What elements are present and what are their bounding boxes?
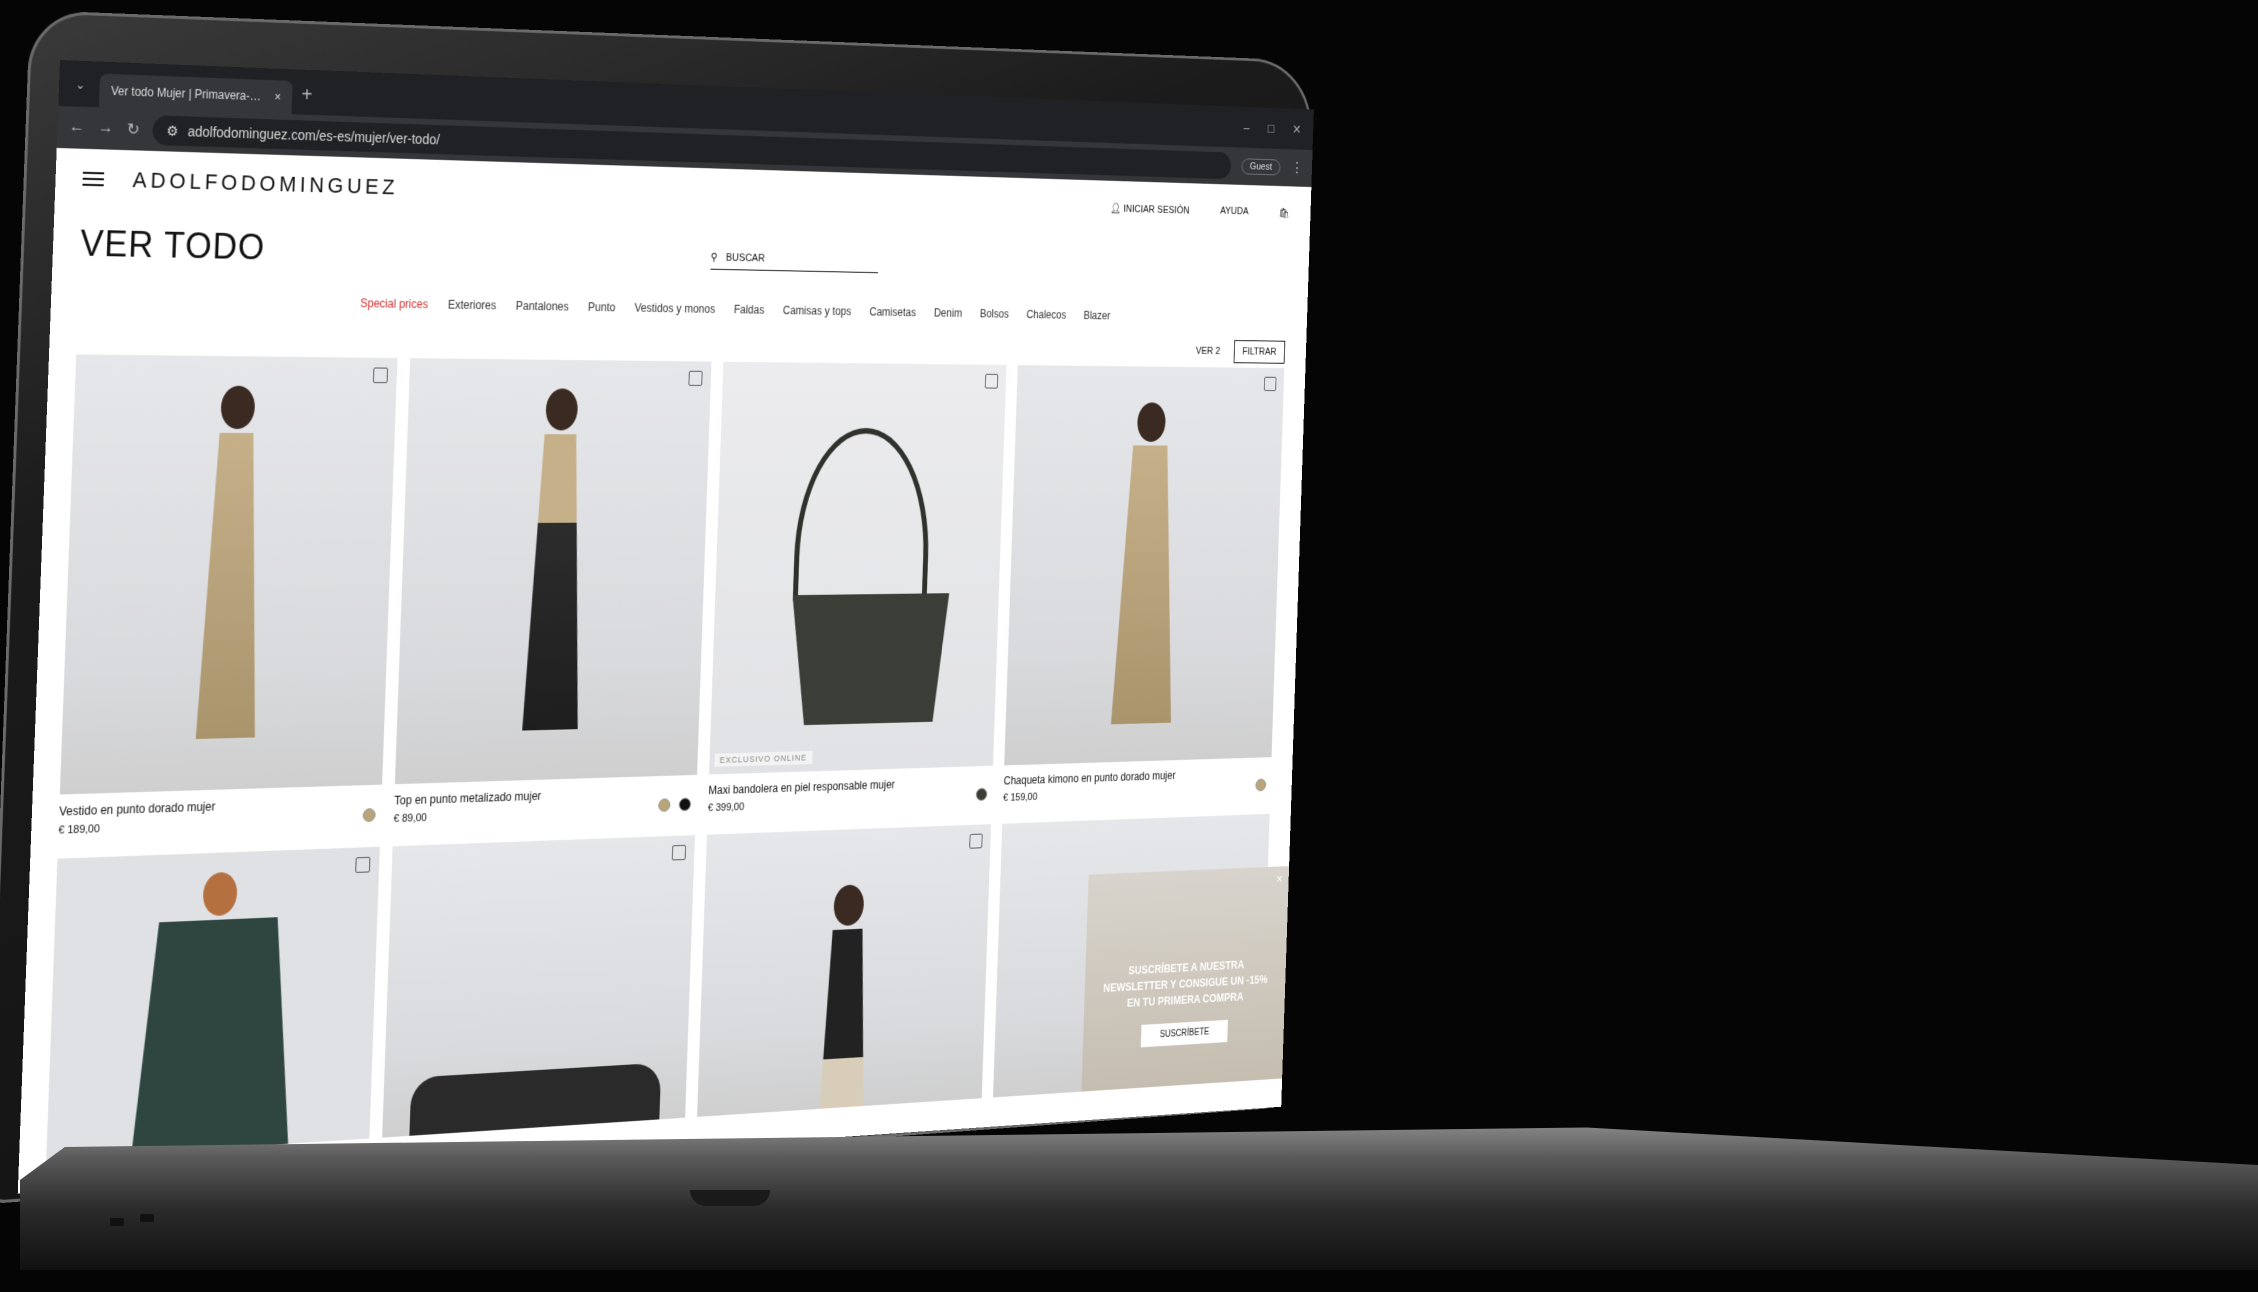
help-link[interactable]: AYUDA <box>1220 206 1249 217</box>
product-image[interactable] <box>59 354 398 795</box>
forward-icon[interactable]: → <box>98 119 114 137</box>
back-icon[interactable]: ← <box>69 118 85 136</box>
product-price: € 159,00 <box>1002 791 1038 804</box>
product-card[interactable]: Chaqueta kimono en punto dorado mujer € … <box>1002 365 1285 804</box>
product-price: € 399,00 <box>707 801 745 814</box>
product-image[interactable]: EXCLUSIVO ONLINE <box>709 361 1007 775</box>
product-card[interactable]: Vestido en punto dorado mujer € 189,00 <box>58 354 398 837</box>
category-exteriores[interactable]: Exteriores <box>448 298 497 312</box>
product-grid: Vestido en punto dorado mujer € 189,00 T… <box>58 354 1285 837</box>
tab-title: Ver todo Mujer | Primavera-Vera <box>110 83 268 104</box>
newsletter-popup: × SUSCRÍBETE A NUESTRA NEWSLETTER Y CONS… <box>1081 866 1290 1092</box>
login-label: INICIAR SESIÓN <box>1123 203 1190 216</box>
category-punto[interactable]: Punto <box>588 300 616 314</box>
tab-search-icon[interactable]: ⌄ <box>70 74 90 95</box>
guest-profile-button[interactable]: Guest <box>1241 158 1281 176</box>
color-swatch[interactable] <box>1255 778 1267 792</box>
product-card[interactable]: Top en punto metalizado mujer € 89,00 <box>393 358 712 825</box>
color-swatches <box>658 797 692 812</box>
wishlist-icon[interactable] <box>688 370 703 386</box>
laptop-notch <box>690 1190 770 1206</box>
tab-close-icon[interactable]: × <box>274 90 281 104</box>
wishlist-icon[interactable] <box>969 833 983 849</box>
site: ADOLFODOMINGUEZ 👤︎ INICIAR SESIÓN AYUDA … <box>19 148 1311 1162</box>
menu-icon[interactable] <box>82 171 105 187</box>
color-swatch[interactable] <box>975 787 988 801</box>
usb-port <box>140 1214 154 1222</box>
category-bolsos[interactable]: Bolsos <box>980 307 1009 320</box>
search-placeholder: BUSCAR <box>725 251 766 264</box>
color-swatch[interactable] <box>678 797 692 812</box>
color-swatches <box>362 808 376 823</box>
new-tab-icon[interactable]: + <box>301 84 313 107</box>
product-card[interactable] <box>46 846 380 1160</box>
color-swatch[interactable] <box>658 798 671 812</box>
close-icon[interactable]: × <box>1276 872 1283 886</box>
category-pantalones[interactable]: Pantalones <box>516 299 569 313</box>
minimize-icon[interactable]: – <box>1243 120 1249 135</box>
model-figure <box>510 388 601 731</box>
search-icon: ⚲ <box>710 251 718 264</box>
model-figure <box>1098 402 1194 725</box>
view-toggle[interactable]: VER 2 <box>1196 346 1221 357</box>
color-swatches <box>1255 778 1267 792</box>
model-figure <box>183 385 280 739</box>
user-icon: 👤︎ <box>1109 202 1124 214</box>
category-special-prices[interactable]: Special prices <box>360 296 428 311</box>
product-price: € 189,00 <box>58 823 101 837</box>
category-faldas[interactable]: Faldas <box>734 303 765 317</box>
product-image[interactable] <box>382 835 695 1138</box>
search-input[interactable]: ⚲ BUSCAR <box>710 245 879 274</box>
category-blazer[interactable]: Blazer <box>1083 309 1110 322</box>
product-image[interactable] <box>1004 365 1285 766</box>
category-denim[interactable]: Denim <box>934 306 963 319</box>
brand-logo[interactable]: ADOLFODOMINGUEZ <box>132 167 398 200</box>
product-image[interactable] <box>394 358 712 785</box>
product-card[interactable] <box>697 824 992 1117</box>
url-text: adolfodominguez.com/es-es/mujer/ver-todo… <box>187 123 441 148</box>
product-card[interactable] <box>382 835 695 1138</box>
model-figure <box>800 883 886 1117</box>
belt-illustration <box>409 1062 662 1136</box>
login-link[interactable]: 👤︎ INICIAR SESIÓN <box>1110 202 1190 216</box>
model-figure <box>122 869 304 1160</box>
page-title: VER TODO <box>79 222 266 268</box>
newsletter-message: SUSCRÍBETE A NUESTRA NEWSLETTER Y CONSIG… <box>1103 958 1268 1010</box>
wishlist-icon[interactable] <box>372 367 389 384</box>
cart-icon[interactable]: 🛍︎ <box>1279 207 1290 219</box>
category-camisetas[interactable]: Camisetas <box>869 305 916 319</box>
wishlist-icon[interactable] <box>1263 376 1277 392</box>
usb-port <box>110 1218 124 1226</box>
close-window-icon[interactable]: ✕ <box>1292 122 1301 137</box>
window-controls: – □ ✕ <box>1243 120 1313 150</box>
subscribe-button[interactable]: SUSCRÍBETE <box>1140 1019 1228 1048</box>
wishlist-icon[interactable] <box>355 856 371 873</box>
exclusive-badge: EXCLUSIVO ONLINE <box>714 750 813 767</box>
wishlist-icon[interactable] <box>671 844 687 861</box>
reload-icon[interactable]: ↻ <box>127 119 141 139</box>
wishlist-icon[interactable] <box>984 373 999 389</box>
product-card[interactable]: EXCLUSIVO ONLINE Maxi bandolera en piel … <box>707 361 1007 814</box>
category-chalecos[interactable]: Chalecos <box>1026 308 1066 321</box>
maximize-icon[interactable]: □ <box>1268 121 1275 136</box>
category-vestidos-y-monos[interactable]: Vestidos y monos <box>634 301 715 316</box>
header-actions: 👤︎ INICIAR SESIÓN AYUDA 🛍︎ <box>1110 202 1290 219</box>
category-camisas-y-tops[interactable]: Camisas y tops <box>783 304 852 318</box>
browser-window: ⌄ Ver todo Mujer | Primavera-Vera × + – … <box>17 60 1314 1194</box>
color-swatches <box>975 787 988 801</box>
product-price: € 89,00 <box>393 812 428 825</box>
product-image[interactable] <box>46 846 380 1160</box>
color-swatch[interactable] <box>362 808 376 823</box>
bag-illustration <box>788 427 930 726</box>
product-image[interactable] <box>697 824 992 1117</box>
browser-menu-icon[interactable]: ⋮ <box>1291 159 1304 177</box>
browser-tab[interactable]: Ver todo Mujer | Primavera-Vera × <box>98 73 293 115</box>
filter-button[interactable]: FILTRAR <box>1233 340 1286 364</box>
site-info-icon[interactable]: ⚙ <box>166 122 179 139</box>
